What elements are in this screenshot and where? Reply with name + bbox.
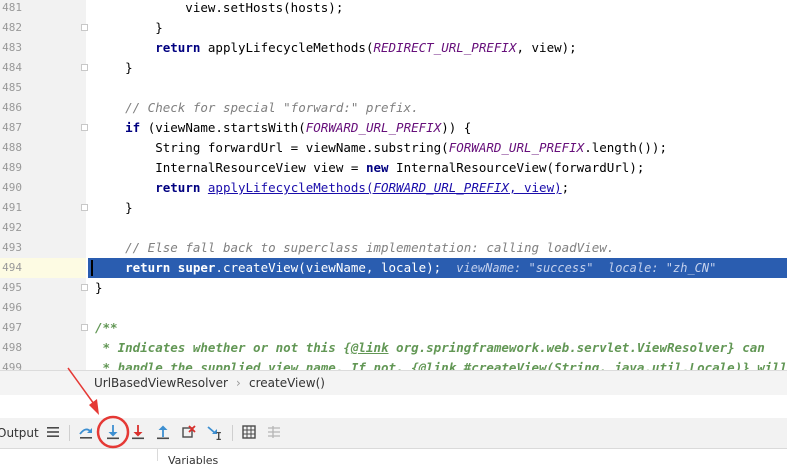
annotation-overlay: [67, 367, 130, 449]
annotation-arrow-head: [89, 399, 99, 415]
annotation-arrow-line: [67, 367, 95, 405]
annotation-highlight-circle: [96, 415, 130, 449]
